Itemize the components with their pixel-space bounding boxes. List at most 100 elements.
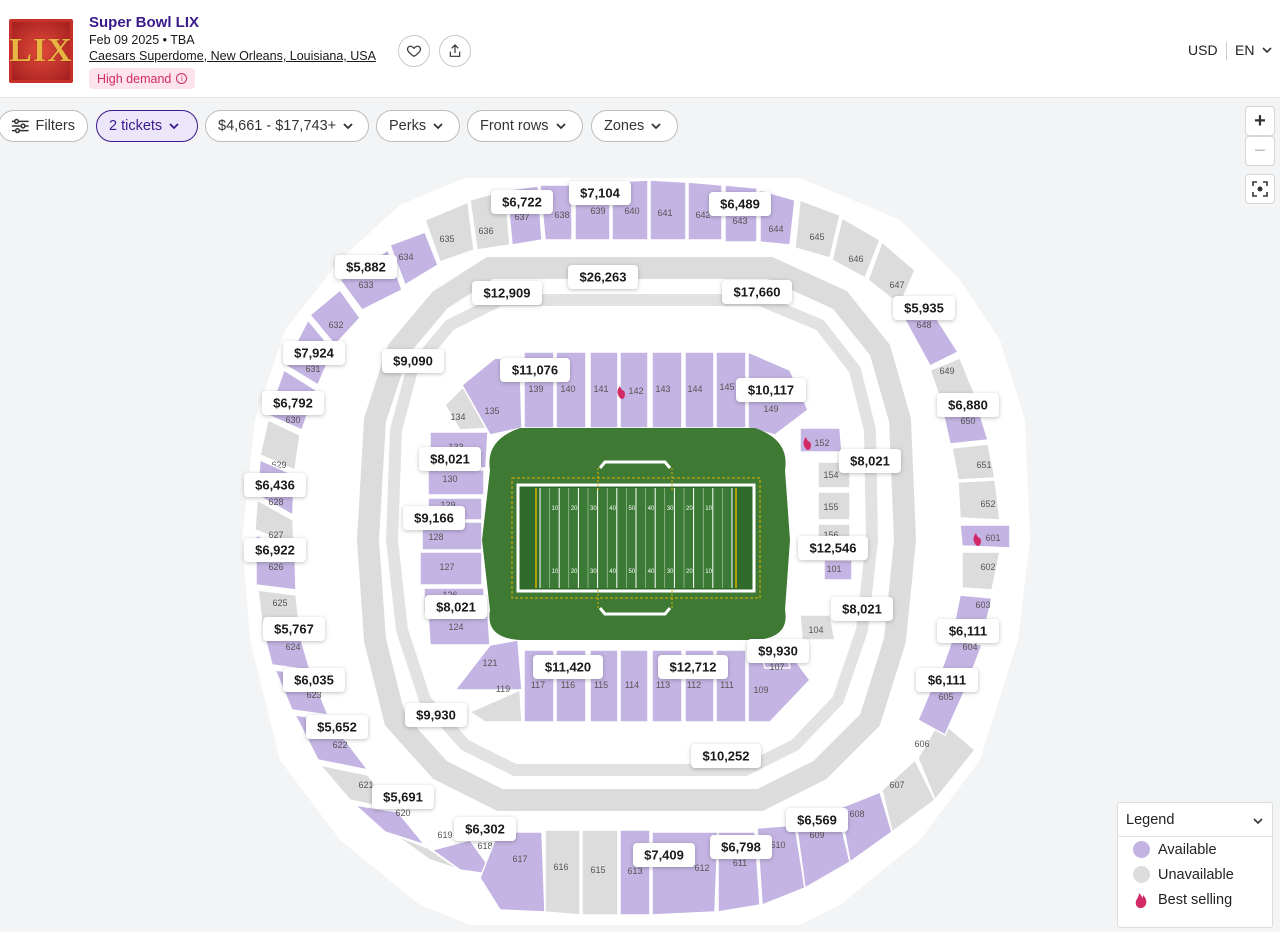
- event-header: LIX Super Bowl LIX Feb 09 2025 • TBA Cae…: [0, 0, 1280, 98]
- price-tag[interactable]: $12,909: [472, 281, 542, 305]
- price-tag[interactable]: $6,880: [937, 393, 999, 417]
- section-label: 124: [448, 622, 463, 632]
- price-tag[interactable]: $7,409: [633, 843, 695, 867]
- favorite-button[interactable]: [398, 35, 430, 67]
- section-label: 141: [593, 384, 608, 394]
- share-button[interactable]: [439, 35, 471, 67]
- price-tag[interactable]: $9,930: [747, 639, 809, 663]
- price-tag[interactable]: $6,798: [710, 835, 772, 859]
- yard-number: 30: [667, 569, 674, 575]
- currency-selector[interactable]: USD: [1188, 42, 1218, 58]
- price-tag[interactable]: $5,882: [335, 255, 397, 279]
- legend-label: Unavailable: [1158, 866, 1234, 883]
- chevron-down-icon: [555, 123, 566, 130]
- section-label: 622: [332, 740, 347, 750]
- price-label: $6,722: [502, 195, 542, 210]
- section-label: 603: [975, 600, 990, 610]
- section-label: 144: [687, 384, 702, 394]
- price-tag[interactable]: $9,166: [403, 506, 465, 530]
- zones-dropdown[interactable]: Zones: [591, 110, 678, 142]
- venue-link[interactable]: Caesars Superdome, New Orleans, Louisian…: [89, 49, 376, 63]
- section-label: 130: [442, 474, 457, 484]
- price-label: $26,263: [580, 270, 627, 285]
- yard-number: 20: [571, 569, 578, 575]
- price-range-dropdown[interactable]: $4,661 - $17,743+: [205, 110, 369, 142]
- section-label: 649: [939, 366, 954, 376]
- section-label: 640: [624, 206, 639, 216]
- info-icon[interactable]: i: [176, 73, 188, 84]
- logo-text: LIX: [9, 32, 73, 69]
- filters-button[interactable]: Filters: [0, 110, 88, 142]
- price-tag[interactable]: $9,090: [382, 349, 444, 373]
- price-tag[interactable]: $11,076: [500, 358, 570, 382]
- section-label: 621: [358, 780, 373, 790]
- price-tag[interactable]: $7,924: [283, 341, 345, 365]
- price-tag[interactable]: $6,035: [283, 668, 345, 692]
- filters-label: Filters: [35, 118, 75, 134]
- football-field: 10 10 20 20 30 30 40 40 50 50 40 40 30 30 20 20 10 10: [482, 428, 790, 640]
- price-tag[interactable]: $6,489: [709, 192, 771, 216]
- price-tag[interactable]: $5,691: [372, 785, 434, 809]
- chevron-down-icon[interactable]: [1261, 44, 1273, 56]
- price-label: $5,691: [383, 790, 423, 805]
- language-selector[interactable]: EN: [1235, 42, 1254, 58]
- price-tag[interactable]: $17,660: [722, 280, 792, 304]
- legend-label: Best selling: [1158, 891, 1233, 908]
- stadium-map[interactable]: 638 639 640 641 6426436446356366376456466476…: [0, 150, 1280, 932]
- high-demand-badge: High demand i: [89, 68, 196, 89]
- event-date: Feb 09 2025 • TBA: [89, 33, 195, 47]
- price-tag[interactable]: $8,021: [839, 449, 901, 473]
- price-tag[interactable]: $8,021: [419, 447, 481, 471]
- price-tag[interactable]: $6,569: [786, 808, 848, 832]
- price-tag[interactable]: $12,546: [798, 536, 868, 560]
- event-title[interactable]: Super Bowl LIX: [89, 14, 199, 31]
- section-label: 602: [980, 562, 995, 572]
- price-tag[interactable]: $8,021: [425, 595, 487, 619]
- section-label: 634: [398, 252, 413, 262]
- legend-panel: Legend Available Unavailable Best sellin…: [1117, 802, 1273, 928]
- legend-header[interactable]: Legend: [1118, 803, 1272, 837]
- available-swatch: [1133, 841, 1150, 858]
- price-tag[interactable]: $11,420: [533, 655, 603, 679]
- price-tag[interactable]: $6,302: [454, 817, 516, 841]
- front-rows-dropdown[interactable]: Front rows: [467, 110, 583, 142]
- yard-number: 10: [552, 506, 559, 512]
- price-tag[interactable]: $10,117: [736, 378, 806, 402]
- price-tag[interactable]: $6,792: [262, 391, 324, 415]
- price-tag[interactable]: $9,930: [405, 703, 467, 727]
- section-label: 615: [590, 865, 605, 875]
- price-label: $5,882: [346, 260, 386, 275]
- price-tag[interactable]: $12,712: [658, 655, 728, 679]
- section-label: 143: [655, 384, 670, 394]
- section-label: 113: [656, 680, 670, 690]
- price-label: $5,935: [904, 301, 944, 316]
- price-tag[interactable]: $7,104: [569, 181, 631, 205]
- tickets-label: 2 tickets: [109, 118, 163, 134]
- perks-dropdown[interactable]: Perks: [376, 110, 460, 142]
- price-tag[interactable]: $6,722: [491, 190, 553, 214]
- section-label: 619: [437, 830, 452, 840]
- price-tag[interactable]: $5,652: [306, 715, 368, 739]
- section-label: 633: [358, 280, 373, 290]
- section-label: 607: [889, 780, 904, 790]
- tickets-dropdown[interactable]: 2 tickets: [96, 110, 198, 142]
- price-tag[interactable]: $5,767: [263, 617, 325, 641]
- price-tag[interactable]: $10,252: [691, 744, 761, 768]
- price-tag[interactable]: $5,935: [893, 296, 955, 320]
- chevron-down-icon[interactable]: [1252, 815, 1264, 827]
- zoom-in-button[interactable]: +: [1245, 106, 1275, 136]
- chevron-down-icon: [343, 123, 353, 130]
- price-label: $10,252: [703, 749, 750, 764]
- event-logo: LIX: [9, 19, 73, 83]
- price-tag[interactable]: $6,922: [244, 538, 306, 562]
- price-tag[interactable]: $6,436: [244, 473, 306, 497]
- section-label: 606: [914, 739, 929, 749]
- price-tag[interactable]: $6,111: [937, 619, 999, 643]
- price-tag[interactable]: $8,021: [831, 597, 893, 621]
- yard-number: 40: [609, 569, 616, 575]
- section-label: 601: [985, 533, 1000, 543]
- price-tag[interactable]: $26,263: [568, 265, 638, 289]
- section-label: 641: [657, 208, 672, 218]
- front-rows-label: Front rows: [480, 118, 549, 134]
- price-tag[interactable]: $6,111: [916, 668, 978, 692]
